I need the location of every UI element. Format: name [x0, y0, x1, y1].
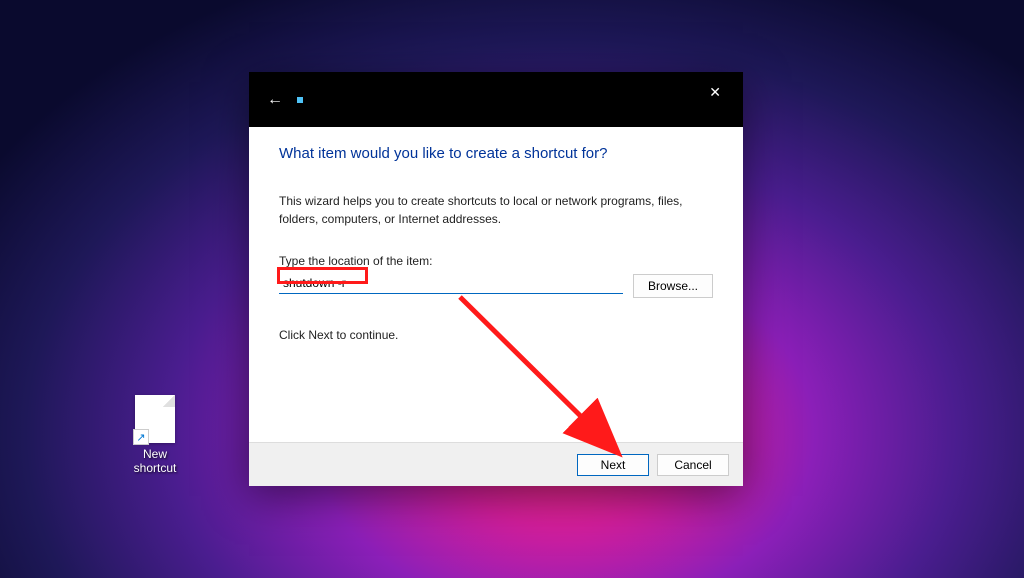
cancel-button[interactable]: Cancel: [657, 454, 729, 476]
dialog-content: What item would you like to create a sho…: [249, 127, 743, 442]
dialog-description: This wizard helps you to create shortcut…: [279, 192, 713, 228]
location-label: Type the location of the item:: [279, 254, 713, 268]
desktop-shortcut-icon[interactable]: ↗ New shortcut: [120, 395, 190, 475]
dialog-heading: What item would you like to create a sho…: [279, 145, 713, 162]
create-shortcut-dialog: ← ✕ What item would you like to create a…: [249, 72, 743, 486]
titlebar-app-icon: [297, 97, 303, 103]
next-button[interactable]: Next: [577, 454, 649, 476]
dialog-titlebar[interactable]: ← ✕: [249, 72, 743, 127]
continue-text: Click Next to continue.: [279, 328, 713, 342]
location-input[interactable]: [279, 274, 623, 294]
file-icon: ↗: [135, 395, 175, 443]
close-icon[interactable]: ✕: [695, 80, 735, 105]
shortcut-arrow-overlay: ↗: [133, 429, 149, 445]
back-arrow-icon[interactable]: ←: [257, 85, 293, 115]
dialog-footer: Next Cancel: [249, 442, 743, 486]
browse-button[interactable]: Browse...: [633, 274, 713, 298]
desktop-icon-label: New shortcut: [120, 447, 190, 475]
